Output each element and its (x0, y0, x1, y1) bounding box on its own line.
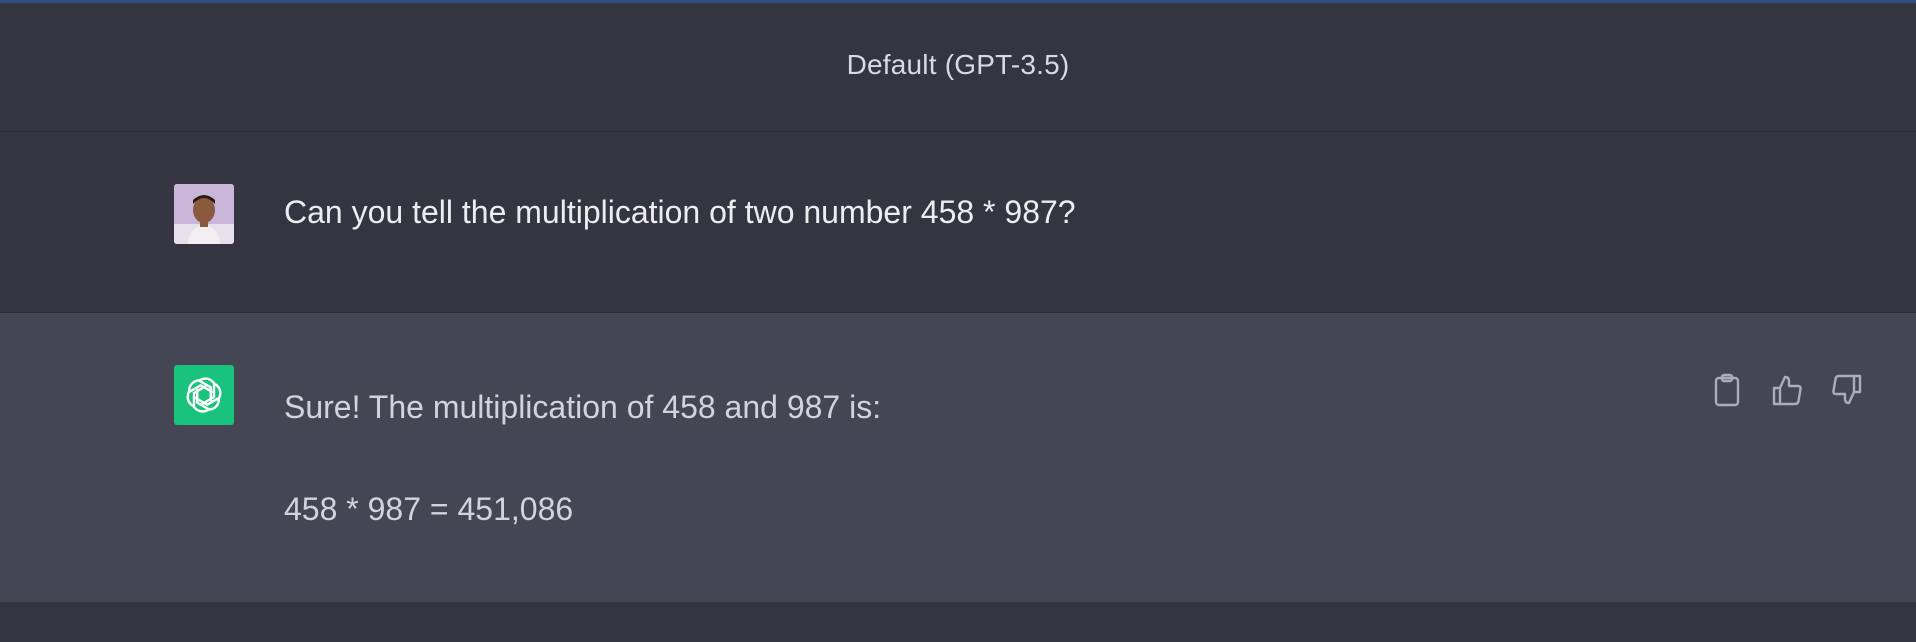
copy-button[interactable] (1708, 371, 1746, 409)
message-actions (1708, 371, 1866, 409)
thumbs-up-button[interactable] (1768, 371, 1806, 409)
user-avatar (174, 184, 234, 244)
thumbs-down-icon (1832, 374, 1862, 405)
clipboard-icon (1714, 373, 1740, 407)
composer-area (0, 602, 1916, 642)
assistant-message-line-1: Sure! The multiplication of 458 and 987 … (284, 389, 882, 425)
user-message-text: Can you tell the multiplication of two n… (284, 194, 1076, 230)
model-label: Default (GPT-3.5) (846, 49, 1070, 80)
user-message-row: Can you tell the multiplication of two n… (0, 132, 1916, 313)
thumbs-down-button[interactable] (1828, 371, 1866, 409)
assistant-message-line-2: 458 * 987 = 451,086 (284, 491, 574, 527)
openai-logo-icon (174, 365, 234, 425)
thumbs-up-icon (1772, 375, 1802, 406)
chat-header: Default (GPT-3.5) (0, 3, 1916, 132)
assistant-message-row: Sure! The multiplication of 458 and 987 … (0, 313, 1916, 602)
